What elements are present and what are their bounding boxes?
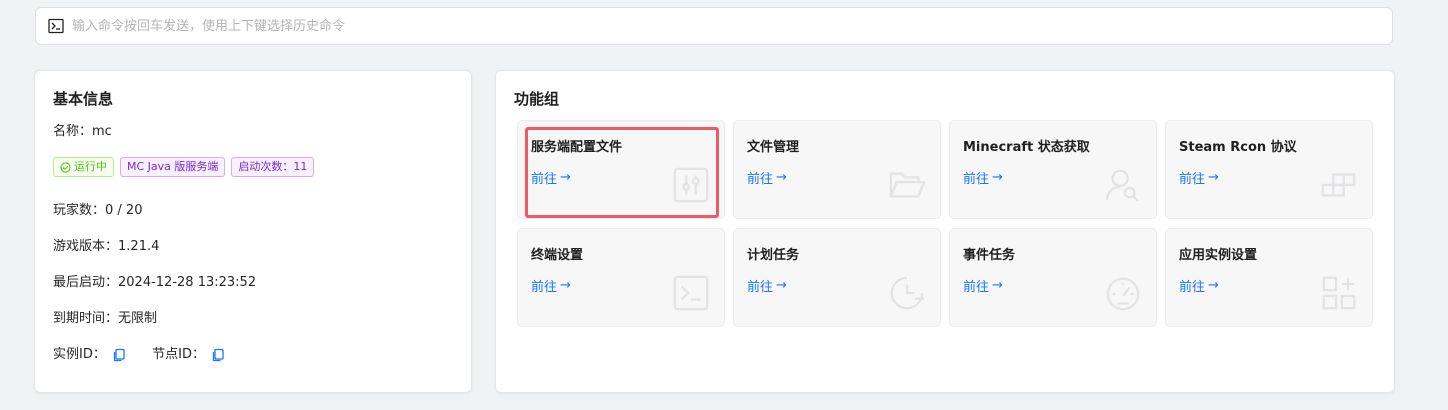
status-badge: 运行中 xyxy=(53,157,114,177)
check-circle-icon xyxy=(60,161,71,173)
terminal-icon xyxy=(48,18,64,34)
version-label: 游戏版本： xyxy=(53,239,119,254)
players-label: 玩家数： xyxy=(53,203,106,218)
tile-minecraft-status[interactable]: Minecraft 状态获取 前往 → xyxy=(949,120,1157,219)
command-bar xyxy=(35,7,1393,45)
tile-title: Minecraft 状态获取 xyxy=(963,140,1090,155)
folder-open-icon xyxy=(889,172,926,198)
goto-link[interactable]: 前往 → xyxy=(1179,168,1219,187)
basic-info-card: 基本信息 名称：mc 运行中 MC Java 版服务端 启动次数：11 玩家数：… xyxy=(34,70,472,393)
tile-title: 文件管理 xyxy=(747,140,800,155)
last-start-value: 2024-12-28 13:23:52 xyxy=(118,275,257,290)
last-start-label: 最后启动： xyxy=(53,275,119,290)
goto-link[interactable]: 前往 → xyxy=(963,168,1003,187)
status-badge-label: 运行中 xyxy=(74,160,107,173)
tile-title: Steam Rcon 协议 xyxy=(1179,140,1297,155)
players-value: 0 / 20 xyxy=(105,203,143,218)
instance-id-label: 实例ID： xyxy=(53,347,106,362)
start-count-badge: 启动次数：11 xyxy=(231,157,315,177)
tile-scheduled-tasks[interactable]: 计划任务 前往 → xyxy=(733,228,941,327)
last-start-row: 最后启动：2024-12-28 13:23:52 xyxy=(53,271,256,290)
tile-title: 服务端配置文件 xyxy=(531,140,623,155)
arrow-right-icon: → xyxy=(1208,170,1219,185)
command-input[interactable] xyxy=(70,17,1392,35)
basic-info-title: 基本信息 xyxy=(53,90,114,108)
node-id-label: 节点ID： xyxy=(152,347,205,362)
arrow-right-icon: → xyxy=(776,170,787,185)
version-row: 游戏版本：1.21.4 xyxy=(53,235,159,254)
goto-link[interactable]: 前往 → xyxy=(747,168,787,187)
tile-title: 计划任务 xyxy=(747,248,800,263)
user-search-icon xyxy=(1105,169,1140,202)
goto-link[interactable]: 前往 → xyxy=(1179,276,1219,295)
expire-label: 到期时间： xyxy=(53,311,119,326)
expire-row: 到期时间：无限制 xyxy=(53,307,157,326)
status-tags: 运行中 MC Java 版服务端 启动次数：11 xyxy=(53,157,315,177)
tile-event-tasks[interactable]: 事件任务 前往 → xyxy=(949,228,1157,327)
tile-steam-rcon[interactable]: Steam Rcon 协议 前往 → xyxy=(1165,120,1373,219)
function-group-title: 功能组 xyxy=(514,90,560,108)
arrow-right-icon: → xyxy=(1208,278,1219,293)
copy-instance-id-icon[interactable] xyxy=(112,348,126,362)
terminal-icon xyxy=(673,275,709,311)
copy-node-id-icon[interactable] xyxy=(211,348,225,362)
arrow-right-icon: → xyxy=(560,278,571,293)
goto-link[interactable]: 前往 → xyxy=(963,276,1003,295)
arrow-right-icon: → xyxy=(992,170,1003,185)
tile-title: 事件任务 xyxy=(963,248,1016,263)
name-row: 名称：mc xyxy=(53,120,112,139)
tile-terminal-settings[interactable]: 终端设置 前往 → xyxy=(517,228,725,327)
players-row: 玩家数：0 / 20 xyxy=(53,199,142,218)
expire-value: 无限制 xyxy=(118,311,158,326)
version-value: 1.21.4 xyxy=(118,239,160,254)
sliders-icon xyxy=(673,167,709,203)
type-badge: MC Java 版服务端 xyxy=(120,157,226,177)
ids-row: 实例ID： 节点ID： xyxy=(53,343,225,362)
clock-icon xyxy=(890,276,925,310)
goto-link[interactable]: 前往 → xyxy=(531,276,571,295)
goto-link[interactable]: 前往 → xyxy=(531,168,571,187)
tile-title: 终端设置 xyxy=(531,248,584,263)
arrow-right-icon: → xyxy=(776,278,787,293)
blocks-icon xyxy=(1321,173,1356,197)
dashboard-icon xyxy=(1106,277,1140,311)
appstore-add-icon xyxy=(1322,276,1356,310)
tile-instance-settings[interactable]: 应用实例设置 前往 → xyxy=(1165,228,1373,327)
goto-link[interactable]: 前往 → xyxy=(747,276,787,295)
tile-server-config[interactable]: 服务端配置文件 前往 → xyxy=(517,120,725,219)
arrow-right-icon: → xyxy=(560,170,571,185)
name-value: mc xyxy=(92,124,112,139)
tile-title: 应用实例设置 xyxy=(1179,248,1258,263)
name-label: 名称： xyxy=(53,124,93,139)
function-group-card: 功能组 服务端配置文件 前往 → 文件管理 前往 → Minecraft 状态获取 … xyxy=(495,70,1395,393)
arrow-right-icon: → xyxy=(992,278,1003,293)
tile-file-manager[interactable]: 文件管理 前往 → xyxy=(733,120,941,219)
